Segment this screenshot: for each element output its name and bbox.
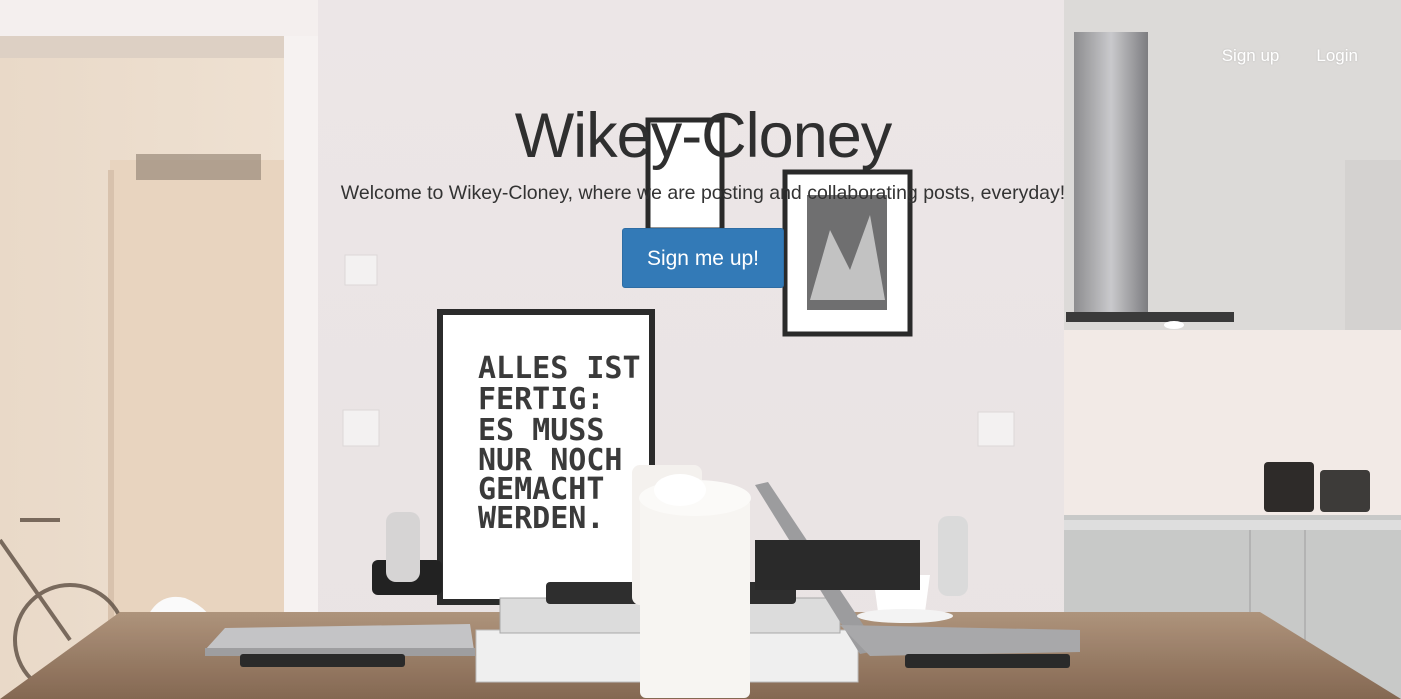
poster-line-6: WERDEN.	[478, 501, 604, 536]
site-title: Wikey-Cloney	[514, 101, 893, 171]
sign-me-up-button[interactable]: Sign me up!	[622, 228, 784, 288]
poster-line-1: ALLES IST	[478, 351, 641, 386]
signup-link[interactable]: Sign up	[1222, 46, 1280, 66]
hero-content: Wikey-Cloney Welcome to Wikey-Cloney, wh…	[0, 98, 1401, 288]
hero-section: ALLES IST FERTIG: ES MUSS NUR NOCH GEMAC…	[0, 0, 1401, 699]
poster-line-2: FERTIG:	[478, 382, 604, 417]
top-nav: Sign up Login	[1222, 46, 1358, 66]
login-link[interactable]: Login	[1316, 46, 1358, 66]
welcome-subtitle: Welcome to Wikey-Cloney, where we are po…	[340, 182, 1066, 204]
